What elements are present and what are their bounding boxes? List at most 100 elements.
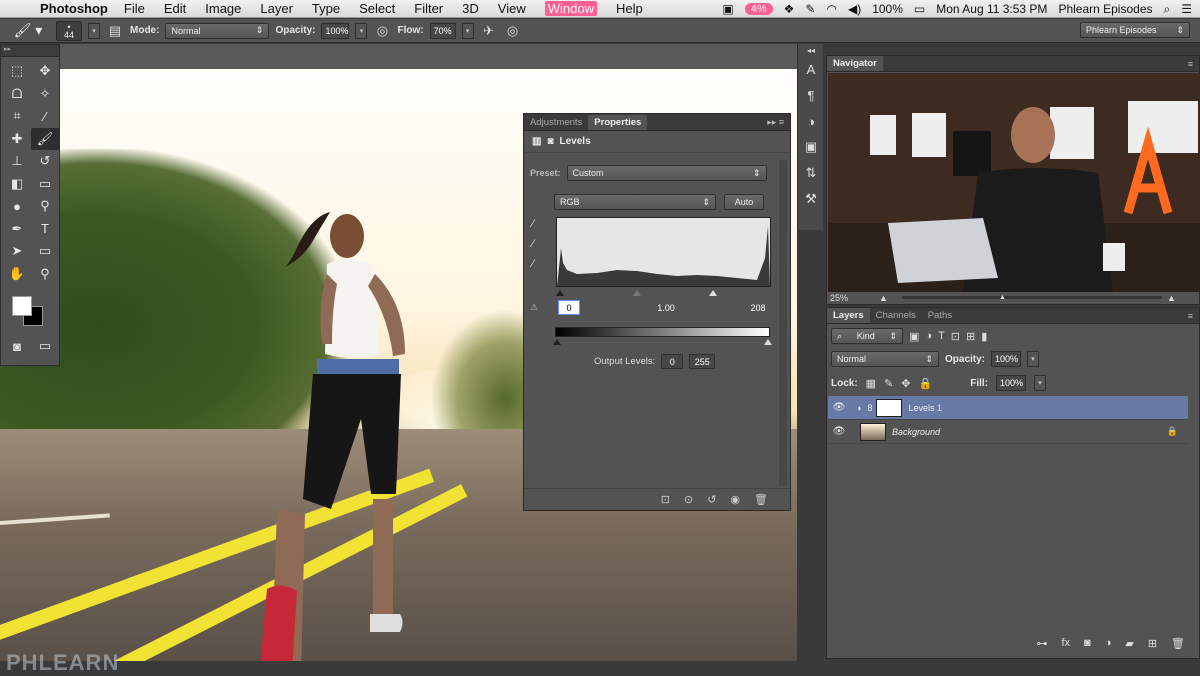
gradient-icon[interactable]: ▭ <box>31 173 59 196</box>
filter-toggle-icon[interactable]: ▮ <box>981 330 987 343</box>
white-output-slider[interactable] <box>764 339 772 345</box>
menu-edit[interactable]: Edit <box>164 1 186 16</box>
paragraph-panel-icon[interactable]: ¶ <box>798 82 824 108</box>
trash-icon[interactable]: 🗑 <box>754 493 768 506</box>
brush-tool-preset-picker[interactable]: 🖌 ▾ <box>6 21 50 41</box>
brush-preset-picker[interactable]: • 44 <box>56 20 82 41</box>
pressure-size-icon[interactable]: ◎ <box>504 22 522 40</box>
eye-icon[interactable]: 👁 <box>828 402 850 413</box>
filter-pixel-icon[interactable]: ▣ <box>909 330 919 343</box>
panel-menu-icon[interactable]: ≡ <box>1182 57 1199 71</box>
brush-preset-caret[interactable]: ▾ <box>88 22 100 39</box>
reset-icon[interactable]: ↺ <box>707 493 716 506</box>
layer-mask-icon[interactable]: ◙ <box>547 136 553 147</box>
layer-row-background[interactable]: 👁 Background 🔒 <box>828 420 1188 444</box>
lock-image-icon[interactable]: ✎ <box>884 377 893 390</box>
new-layer-icon[interactable]: ⊞ <box>1148 637 1157 650</box>
menu-type[interactable]: Type <box>312 1 340 16</box>
healing-brush-icon[interactable]: ✚ <box>3 128 31 151</box>
menu-image[interactable]: Image <box>205 1 241 16</box>
brush-tool-icon[interactable]: 🖌 <box>31 127 59 150</box>
input-gamma-field[interactable]: 1.00 <box>649 300 683 315</box>
tab-layers[interactable]: Layers <box>827 308 870 323</box>
properties-panel-icon[interactable]: ▣ <box>798 134 824 160</box>
character-panel-icon[interactable]: A <box>798 56 824 82</box>
opacity-input[interactable]: 100% <box>321 22 350 39</box>
auto-button[interactable]: Auto <box>724 194 764 210</box>
eye-icon[interactable]: 👁 <box>828 426 850 437</box>
flow-input[interactable]: 70% <box>429 22 456 39</box>
input-black-field[interactable]: 0 <box>558 300 580 315</box>
layer-style-icon[interactable]: fx <box>1061 637 1070 649</box>
recording-indicator[interactable]: 4% <box>744 3 773 15</box>
layer-opacity-caret[interactable]: ▾ <box>1027 351 1040 367</box>
gray-point-eyedropper-icon[interactable]: ⁄ <box>532 238 548 254</box>
properties-scrollbar[interactable] <box>779 160 787 486</box>
tab-adjustments[interactable]: Adjustments <box>524 115 588 130</box>
tab-channels[interactable]: Channels <box>870 308 922 323</box>
zoom-percentage[interactable]: 25% <box>830 293 848 303</box>
link-layers-icon[interactable]: ⊶ <box>1036 637 1047 650</box>
tab-paths[interactable]: Paths <box>922 308 958 323</box>
adjustments-panel-icon[interactable]: ◑ <box>798 108 824 134</box>
tools-panel-header[interactable]: ▸▸ <box>1 45 59 57</box>
opacity-slider-caret[interactable]: ▾ <box>355 22 368 39</box>
lock-transparent-icon[interactable]: ▦ <box>866 377 876 390</box>
battery-status[interactable]: 100% <box>872 2 903 16</box>
crop-icon[interactable]: ⌗ <box>3 105 31 128</box>
clone-stamp-icon[interactable]: ⊥ <box>3 150 31 173</box>
dodge-icon[interactable]: ⚲ <box>31 195 59 218</box>
layer-name[interactable]: Levels 1 <box>908 403 942 413</box>
white-point-eyedropper-icon[interactable]: ⁄ <box>532 258 548 274</box>
output-white-field[interactable]: 255 <box>689 354 716 369</box>
layer-row-levels-1[interactable]: 👁 ◑ 8 Levels 1 <box>828 396 1188 420</box>
menu-3d[interactable]: 3D <box>462 1 479 16</box>
input-white-field[interactable]: 208 <box>744 300 772 315</box>
eyedropper-icon[interactable]: ⁄ <box>31 105 59 128</box>
layer-thumbnail[interactable] <box>860 422 886 441</box>
rectangular-marquee-icon[interactable]: ⬚ <box>3 60 31 83</box>
zoom-slider-handle[interactable]: ▲ <box>999 294 1006 301</box>
lasso-icon[interactable]: ᗝ <box>3 83 31 106</box>
user-menu[interactable]: Phlearn Episodes <box>1058 2 1152 16</box>
foreground-color[interactable] <box>12 296 32 316</box>
filter-adjustment-icon[interactable]: ◑ <box>925 330 932 342</box>
pen-icon[interactable]: ✒ <box>3 218 31 241</box>
mode-select[interactable]: Normal ⇕ <box>165 22 270 39</box>
path-selection-icon[interactable]: ➤ <box>3 240 31 263</box>
clock[interactable]: Mon Aug 11 3:53 PM <box>936 2 1047 16</box>
fill-input[interactable]: 100% <box>996 375 1026 391</box>
white-input-slider[interactable] <box>709 290 717 296</box>
panel-menu-icon[interactable]: ≡ <box>1182 309 1199 323</box>
workspace-switcher[interactable]: Phlearn Episodes ⇕ <box>1080 22 1190 38</box>
visibility-eye-icon[interactable]: ◉ <box>730 493 740 506</box>
filter-shape-icon[interactable]: ⊡ <box>951 330 960 343</box>
fill-caret[interactable]: ▾ <box>1034 375 1046 391</box>
eraser-icon[interactable]: ◧ <box>3 173 31 196</box>
dock-collapse-icon[interactable]: ◂◂ <box>798 44 824 56</box>
gamma-input-slider[interactable] <box>633 290 641 296</box>
camera-icon[interactable]: ▣ <box>722 2 733 16</box>
tab-properties[interactable]: Properties <box>588 115 648 130</box>
menu-select[interactable]: Select <box>359 1 395 16</box>
actions-panel-icon[interactable]: ⇅ <box>798 160 824 186</box>
flow-slider-caret[interactable]: ▾ <box>461 22 474 39</box>
link-icon[interactable]: 8 <box>867 403 872 413</box>
lock-all-icon[interactable]: 🔒 <box>919 377 933 390</box>
black-input-slider[interactable] <box>556 290 564 296</box>
color-swatches[interactable] <box>9 292 51 328</box>
zoom-slider[interactable] <box>902 296 1162 299</box>
blend-mode-select[interactable]: Normal ⇕ <box>831 351 939 367</box>
quick-mask-icon[interactable]: ◙ <box>3 335 31 358</box>
navigator-preview[interactable] <box>828 73 1200 292</box>
brush-panel-toggle-icon[interactable]: ▤ <box>106 22 124 40</box>
new-group-icon[interactable]: ▰ <box>1125 637 1133 650</box>
layer-name[interactable]: Background <box>892 427 940 437</box>
zoom-tool-icon[interactable]: ⚲ <box>31 263 59 286</box>
pressure-opacity-icon[interactable]: ◎ <box>373 22 391 40</box>
channel-select[interactable]: RGB ⇕ <box>554 194 716 210</box>
tab-navigator[interactable]: Navigator <box>827 56 883 71</box>
layer-opacity-input[interactable]: 100% <box>991 351 1022 367</box>
tool-presets-icon[interactable]: ⚒ <box>798 186 824 212</box>
wifi-icon[interactable]: ◠ <box>826 2 836 16</box>
